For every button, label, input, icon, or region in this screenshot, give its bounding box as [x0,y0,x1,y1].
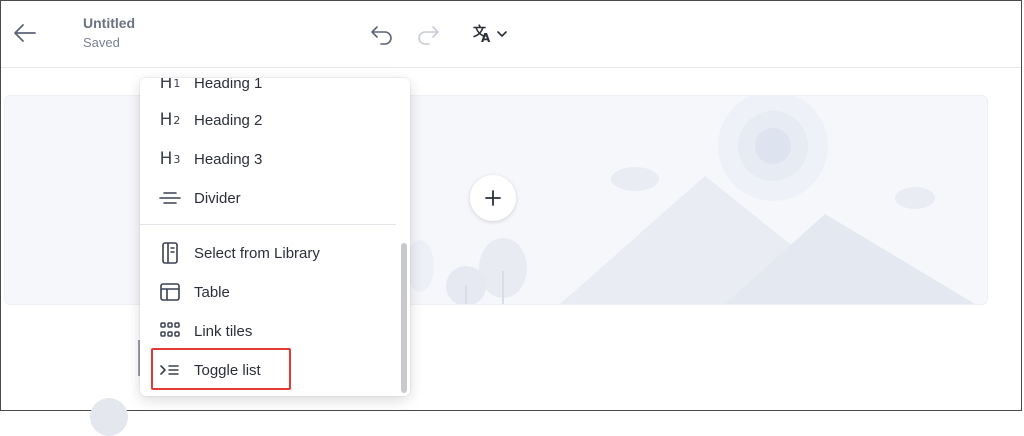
save-status: Saved [83,35,120,50]
menu-item-heading-2[interactable]: H2 Heading 2 [140,101,396,139]
redo-icon [418,26,439,45]
menu-item-label: Link tiles [194,322,253,340]
menu-scrollbar[interactable] [396,78,410,396]
table-icon [158,281,182,303]
undo-button[interactable] [369,21,395,47]
menu-item-label: Table [194,283,230,301]
heading-3-icon: H3 [159,149,181,169]
menu-item-heading-3[interactable]: H3 Heading 3 [140,140,396,178]
menu-item-heading-1[interactable]: H1 Heading 1 [140,78,396,102]
add-cover-button[interactable] [470,175,516,221]
grid-icon [158,320,182,342]
menu-item-divider[interactable]: Divider [140,179,396,217]
heading-1-icon: H1 [159,78,181,93]
menu-item-label: Divider [194,189,241,207]
heading-2-icon: H2 [159,110,181,130]
undo-icon [371,26,392,45]
menu-item-select-from-library[interactable]: Select from Library [140,234,396,272]
menu-item-link-tiles[interactable]: Link tiles [140,312,396,350]
document-title[interactable]: Untitled [83,15,135,31]
toggle-list-icon [158,359,182,381]
menu-item-label: Heading 1 [194,78,263,92]
menu-item-toggle-list[interactable]: Toggle list [140,351,396,389]
translate-icon: 文 A [473,24,507,45]
arrow-left-icon [14,24,36,42]
block-insert-menu: H1 Heading 1 H2 Heading 2 H3 Heading 3 D… [140,78,410,396]
top-bar: Untitled Saved 文 A [1,1,1021,68]
divider-icon [158,187,182,209]
menu-item-label: Heading 3 [194,150,263,168]
menu-item-label: Heading 2 [194,111,263,129]
back-button[interactable] [11,19,39,47]
svg-text:A: A [481,31,491,45]
translate-dropdown[interactable]: 文 A [471,21,511,47]
menu-separator [140,224,396,225]
plus-icon [485,190,501,206]
menu-scrollbar-thumb[interactable] [401,243,407,393]
menu-item-table[interactable]: Table [140,273,396,311]
menu-item-label: Toggle list [194,361,261,379]
redo-button[interactable] [415,21,441,47]
menu-item-label: Select from Library [194,244,320,262]
library-icon [158,242,182,264]
avatar [90,398,128,436]
